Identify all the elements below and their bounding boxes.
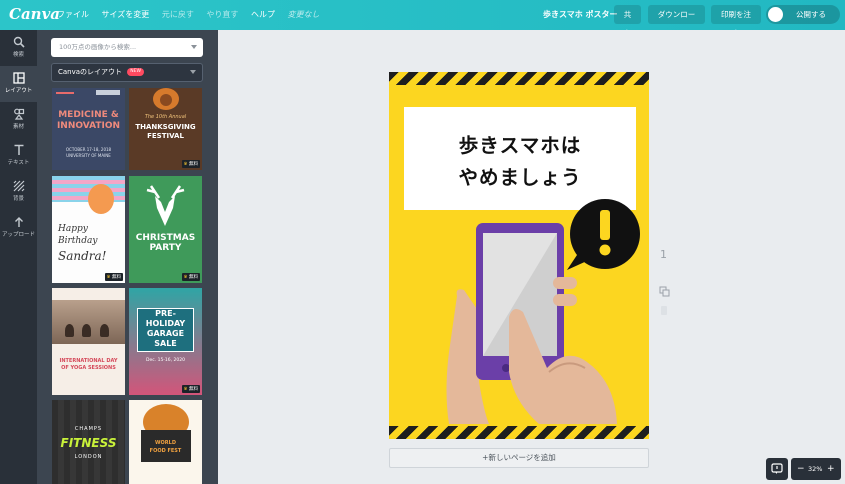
menu-undo[interactable]: 元に戻す xyxy=(162,0,194,30)
rail-label: レイアウト xyxy=(4,88,33,94)
thumb-title: CHRISTMAS xyxy=(135,233,196,243)
thumb-title: THANKSGIVING xyxy=(135,123,196,131)
thumb-text: Dec. 15-16, 2020 xyxy=(146,358,185,363)
new-badge: NEW xyxy=(127,68,144,76)
document-title[interactable]: 歩きスマホ ポスター xyxy=(543,0,618,30)
thumb-text: Sandra! xyxy=(58,249,107,263)
thumb-title: OF YOGA SESSIONS xyxy=(61,365,116,371)
chevron-down-icon xyxy=(191,45,197,49)
thumb-title: FOOD FEST xyxy=(149,448,182,454)
text-icon xyxy=(14,144,23,155)
template-thumbnail-yoga[interactable]: INTERNATIONAL DAY OF YOGA SESSIONS xyxy=(52,288,125,395)
free-badge: ♛ 無料 xyxy=(181,160,200,168)
layout-select-label: Canvaのレイアウト xyxy=(58,68,123,76)
poster-page[interactable]: 歩きスマホは やめましょう xyxy=(389,72,649,439)
menu-bar: ファイル サイズを変更 元に戻す やり直す ヘルプ 変更なし xyxy=(57,0,330,30)
avatar xyxy=(768,7,783,22)
top-bar: Canva ファイル サイズを変更 元に戻す やり直す ヘルプ 変更なし 歩きス… xyxy=(0,0,845,38)
thumb-text: Birthday xyxy=(58,236,98,246)
layout-icon xyxy=(12,72,25,84)
thumb-text: CHAMPS xyxy=(74,426,103,432)
template-thumbnail-food-fest[interactable]: WORLD FOOD FEST xyxy=(129,400,202,484)
thumb-text: UNIVERSITY OF MAINE xyxy=(66,153,111,158)
thumb-title: PRE- xyxy=(155,309,176,318)
template-thumbnail-medicine[interactable]: MEDICINE & INNOVATION OCTOBER 17-18, 201… xyxy=(52,88,125,170)
template-thumbnail-thanksgiving[interactable]: The 10th Annual THANKSGIVING FESTIVAL ♛ … xyxy=(129,88,202,170)
thumb-title: WORLD xyxy=(155,440,176,446)
menu-file[interactable]: ファイル xyxy=(57,0,89,30)
chat-help-icon xyxy=(771,463,783,474)
phone-hand-illustration[interactable] xyxy=(389,72,649,439)
free-badge: ♛ 無料 xyxy=(181,385,200,393)
rail-layout[interactable]: レイアウト xyxy=(0,66,37,102)
thumb-title: MEDICINE & xyxy=(58,110,119,120)
thumb-text: Happy xyxy=(58,224,88,234)
thumb-title: FESTIVAL xyxy=(147,132,184,140)
menu-resize[interactable]: サイズを変更 xyxy=(102,0,150,30)
print-order-button[interactable]: 印刷を注文 xyxy=(711,5,761,38)
upload-icon xyxy=(14,217,23,227)
template-thumbnail-garage-sale[interactable]: PRE- HOLIDAY GARAGE SALE Dec. 15-16, 202… xyxy=(129,288,202,395)
thumb-title: GARAGE xyxy=(146,329,185,338)
download-button[interactable]: ダウンロード xyxy=(648,5,705,38)
zoom-out-button[interactable]: − xyxy=(797,458,805,480)
thumb-title: HOLIDAY xyxy=(145,319,186,328)
template-thumbnail-fitness[interactable]: CHAMPS FITNESS LONDON xyxy=(52,400,125,484)
layouts-panel: 100万点の画像から検索... Canvaのレイアウト NEW MEDICINE… xyxy=(37,30,218,484)
rail-label: 背景 xyxy=(12,196,24,202)
canva-logo[interactable]: Canva xyxy=(9,5,60,23)
rail-text[interactable]: テキスト xyxy=(0,138,37,174)
thumb-text: OCTOBER 17-18, 2018 xyxy=(65,147,112,152)
thumb-title: INNOVATION xyxy=(56,121,121,131)
rail-label: 検索 xyxy=(12,52,24,58)
thumb-text: LONDON xyxy=(74,454,103,460)
elements-icon xyxy=(13,108,24,120)
deer-icon xyxy=(146,185,185,226)
thumb-title: INTERNATIONAL DAY xyxy=(59,358,118,364)
template-thumbnail-birthday[interactable]: Happy Birthday Sandra! ♛ 無料 xyxy=(52,176,125,283)
help-button[interactable] xyxy=(766,458,788,480)
publish-button[interactable]: 公開する xyxy=(766,5,840,24)
thumb-text: The 10th Annual xyxy=(144,114,187,120)
background-icon xyxy=(13,180,24,192)
free-badge: ♛ 無料 xyxy=(181,273,200,281)
search-icon xyxy=(13,36,25,48)
rail-label: アップロード xyxy=(1,232,35,238)
search-placeholder: 100万点の画像から検索... xyxy=(59,43,137,51)
share-button[interactable]: 共有 xyxy=(614,5,641,38)
template-thumbnail-christmas-party[interactable]: CHRISTMAS PARTY ♛ 無料 xyxy=(129,176,202,283)
rail-search[interactable]: 検索 xyxy=(0,30,37,66)
publish-label: 公開する xyxy=(796,10,826,19)
rail-background[interactable]: 背景 xyxy=(0,174,37,210)
menu-redo[interactable]: やり直す xyxy=(206,0,238,30)
add-page-button[interactable]: +新しいページを追加 xyxy=(389,448,649,468)
page-number: 1 xyxy=(660,248,667,261)
delete-page-icon[interactable] xyxy=(661,306,667,315)
chevron-down-icon xyxy=(190,70,196,74)
rail-label: 素材 xyxy=(12,124,24,130)
rail-upload[interactable]: アップロード xyxy=(0,210,37,246)
free-badge: ♛ 無料 xyxy=(104,273,123,281)
image-search-input[interactable]: 100万点の画像から検索... xyxy=(51,38,203,57)
thumb-title: FITNESS xyxy=(60,436,117,450)
duplicate-page-icon[interactable] xyxy=(659,286,670,297)
menu-help[interactable]: ヘルプ xyxy=(251,0,275,30)
zoom-control: − 32% + xyxy=(791,458,841,480)
thumb-title: PARTY xyxy=(149,243,182,253)
save-status: 変更なし xyxy=(287,10,320,19)
layout-source-select[interactable]: Canvaのレイアウト NEW xyxy=(51,63,203,82)
thumb-title: SALE xyxy=(154,339,177,348)
zoom-level[interactable]: 32% xyxy=(808,458,822,480)
rail-elements[interactable]: 素材 xyxy=(0,102,37,138)
rail-label: テキスト xyxy=(7,160,30,166)
left-rail: 検索 レイアウト 素材 テキスト 背景 アップロード xyxy=(0,30,37,484)
zoom-in-button[interactable]: + xyxy=(827,458,835,480)
